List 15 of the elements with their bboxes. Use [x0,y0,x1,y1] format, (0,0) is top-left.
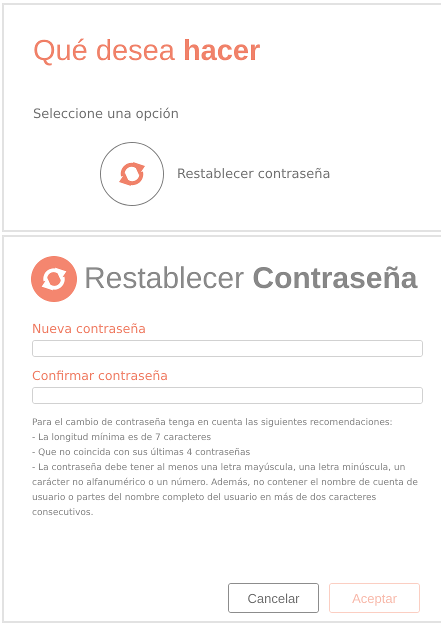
recommendation-text: - La contraseña debe tener al menos una letra mayúscula, una letra minúscula, un carácter no alfanumérico o un número. Además, no contener el nombre de cuenta de usuario o partes del nombre completo del usuario en más de dos caracteres consecutivos. [32,462,419,520]
recommendation-text: Para el cambio de contraseña tenga en cuenta las siguientes recomendaciones: [32,417,394,430]
cancel-button[interactable]: Cancelar [228,583,319,613]
password-field[interactable] [32,340,423,357]
refresh-icon [30,255,78,303]
page-title: Qué desea hacer [33,34,262,69]
field-label: Nueva contraseña [32,321,147,336]
instruction-text: Seleccione una opción [33,107,180,122]
recommendation-text: - La longitud mínima es de 7 caracteres [32,432,212,445]
recommendation-text: - Que no coincida con sus últimas 4 contraseñas [32,446,252,460]
reset-option-button[interactable] [100,142,164,206]
dialog-title: Restablecer Contraseña [84,262,418,296]
option-label[interactable]: Restablecer contraseña [177,166,330,182]
field-label: Confirmar contraseña [32,368,169,383]
password-field[interactable] [32,387,423,404]
